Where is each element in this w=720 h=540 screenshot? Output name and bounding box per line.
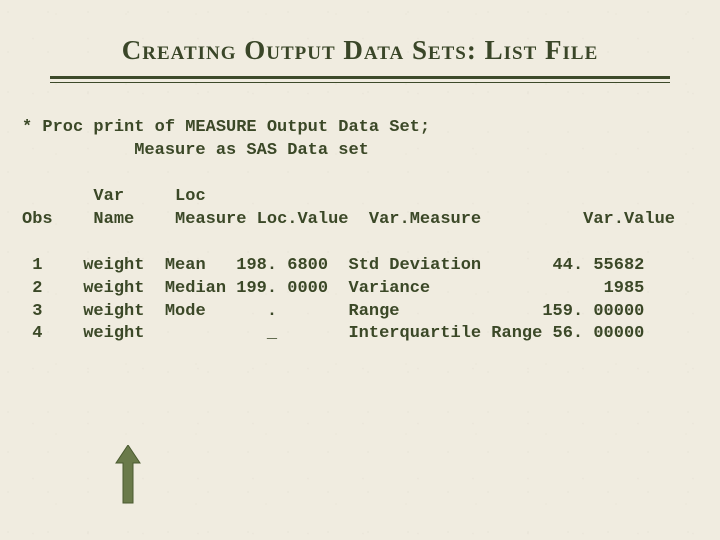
- r4-obs: 4: [32, 324, 42, 343]
- r2-varvalue: 1985: [604, 279, 645, 298]
- hdr-varname-l1: Var: [93, 187, 124, 206]
- slide-title: Creating Output Data Sets: List File: [0, 0, 720, 76]
- r2-varmeasure: Variance: [349, 279, 431, 298]
- hdr-locvalue: Loc.Value: [257, 210, 349, 229]
- r3-varvalue: 159. 00000: [542, 302, 644, 321]
- hdr-loc-l2: Measure: [175, 210, 246, 229]
- r1-varmeasure: Std Deviation: [349, 256, 482, 275]
- r1-locvalue: 198. 6800: [236, 256, 328, 275]
- r4-varname: weight: [83, 324, 144, 343]
- hdr-loc-l1: Loc: [175, 187, 206, 206]
- title-rule: [50, 76, 670, 83]
- r4-varmeasure: Interquartile Range: [348, 324, 542, 343]
- hdr-varvalue: Var.Value: [583, 210, 675, 229]
- r3-varmeasure: Range: [349, 302, 400, 321]
- r3-locmeasure: Mode: [165, 302, 206, 321]
- subtitle-line: Measure as SAS Data set: [134, 141, 369, 160]
- r4-locvalue: _: [267, 324, 277, 343]
- r2-locmeasure: Median: [165, 279, 226, 298]
- hdr-obs: Obs: [22, 210, 53, 229]
- r1-locmeasure: Mean: [165, 256, 206, 275]
- r1-varvalue: 44. 55682: [553, 256, 645, 275]
- r2-locvalue: 199. 0000: [236, 279, 328, 298]
- r3-obs: 3: [32, 302, 42, 321]
- r4-varvalue: 56. 00000: [553, 324, 645, 343]
- arrow-up-icon: [115, 445, 141, 505]
- comment-line: * Proc print of MEASURE Output Data Set;: [22, 118, 430, 137]
- code-block: * Proc print of MEASURE Output Data Set;…: [0, 117, 720, 346]
- hdr-varname-l2: Name: [93, 210, 134, 229]
- r3-varname: weight: [83, 302, 144, 321]
- r3-locvalue: .: [267, 302, 277, 321]
- r1-obs: 1: [32, 256, 42, 275]
- hdr-varmeasure: Var.Measure: [369, 210, 481, 229]
- r1-varname: weight: [83, 256, 144, 275]
- r2-varname: weight: [83, 279, 144, 298]
- r2-obs: 2: [32, 279, 42, 298]
